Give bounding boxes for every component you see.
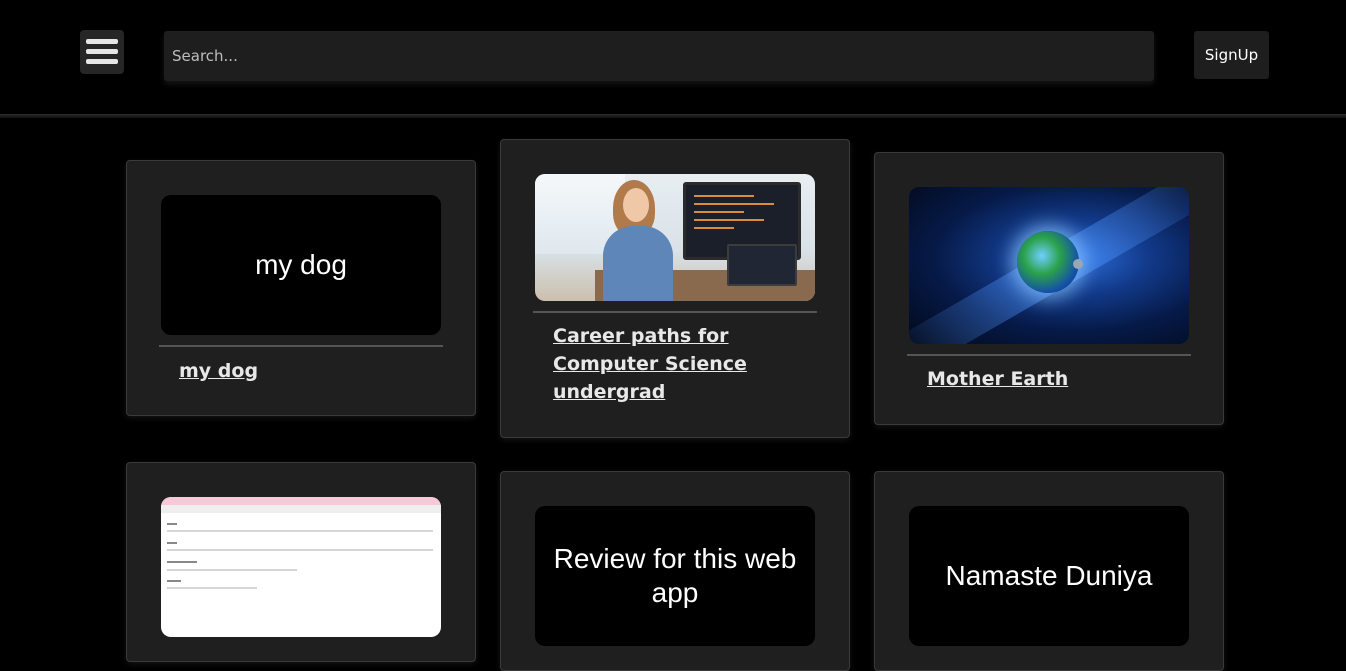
- form-label-line: [167, 580, 181, 582]
- laptop-shape: [727, 244, 797, 286]
- code-line: [694, 203, 774, 205]
- card-divider: [159, 345, 443, 347]
- hamburger-menu-icon[interactable]: [80, 30, 124, 74]
- thumbnail-text: Review for this web app: [553, 543, 797, 608]
- post-card[interactable]: Review for this web app: [500, 471, 850, 671]
- card-thumbnail-photo[interactable]: [909, 187, 1189, 344]
- signup-button[interactable]: SignUp: [1194, 31, 1269, 79]
- code-line: [694, 219, 764, 221]
- post-card[interactable]: Career paths for Computer Science underg…: [500, 139, 850, 438]
- code-line: [694, 227, 734, 229]
- menu-bar-line: [86, 39, 118, 44]
- post-card[interactable]: [126, 462, 476, 662]
- card-thumbnail[interactable]: Review for this web app: [535, 506, 815, 646]
- form-field-line: [167, 587, 257, 589]
- post-card[interactable]: Mother Earth: [874, 152, 1224, 425]
- card-thumbnail[interactable]: Namaste Duniya: [909, 506, 1189, 646]
- thumbnail-text: my dog: [255, 249, 347, 280]
- browser-urlbar-shape: [161, 505, 441, 513]
- person-face-shape: [623, 188, 649, 222]
- form-field-line: [167, 530, 433, 532]
- form-label-line: [167, 523, 177, 525]
- top-navbar: SignUp: [0, 0, 1346, 114]
- search-input[interactable]: [164, 31, 1154, 81]
- code-line: [694, 195, 754, 197]
- header-divider: [0, 114, 1346, 118]
- browser-tabbar-shape: [161, 497, 441, 505]
- form-label-line: [167, 542, 177, 544]
- moon-shape: [1073, 259, 1083, 269]
- post-card[interactable]: my dog my dog: [126, 160, 476, 416]
- post-card[interactable]: Namaste Duniya: [874, 471, 1224, 671]
- card-divider: [907, 354, 1191, 356]
- form-label-line: [167, 561, 197, 563]
- code-line: [694, 211, 744, 213]
- card-title-link[interactable]: Career paths for Computer Science underg…: [553, 322, 803, 406]
- form-field-line: [167, 549, 433, 551]
- card-thumbnail[interactable]: my dog: [161, 195, 441, 335]
- thumbnail-text: Namaste Duniya: [945, 560, 1153, 591]
- person-body-shape: [603, 226, 673, 301]
- menu-bar-line: [86, 59, 118, 64]
- card-thumbnail-photo[interactable]: [535, 174, 815, 301]
- card-thumbnail-screenshot[interactable]: [161, 497, 441, 637]
- form-field-line: [167, 569, 297, 571]
- card-divider: [533, 311, 817, 313]
- card-title-link[interactable]: Mother Earth: [927, 365, 1177, 393]
- earth-globe-shape: [1017, 231, 1079, 293]
- card-title-link[interactable]: my dog: [179, 357, 429, 385]
- menu-bar-line: [86, 49, 118, 54]
